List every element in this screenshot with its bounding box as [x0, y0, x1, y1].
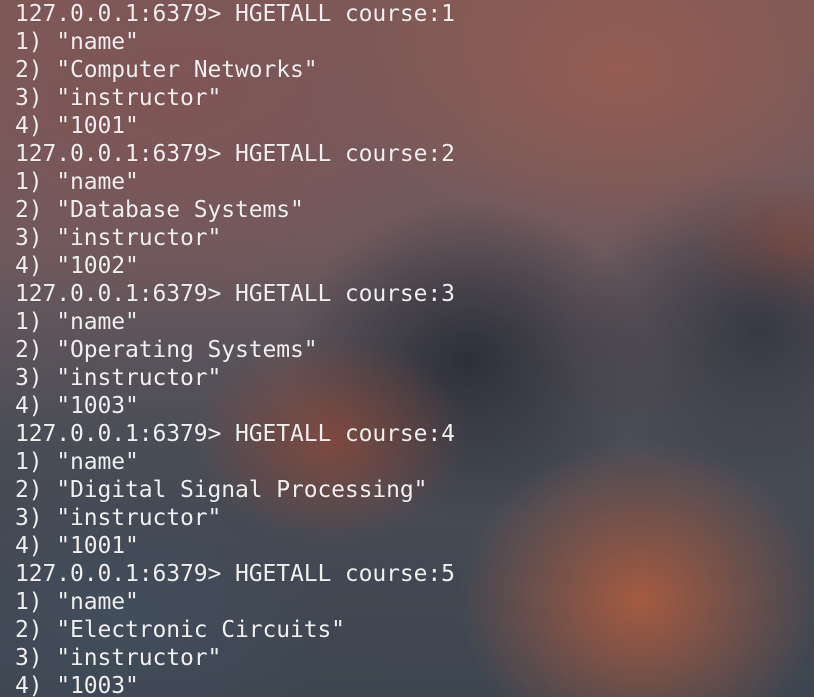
output-line: 4) "1001" [15, 113, 139, 139]
output-line: 2) "Digital Signal Processing" [15, 477, 428, 503]
output-line: 2) "Computer Networks" [15, 57, 318, 83]
output-line: 2) "Electronic Circuits" [15, 617, 345, 643]
output-line: 1) "name" [15, 309, 139, 335]
output-line: 3) "instructor" [15, 85, 222, 111]
output-line: 2) "Operating Systems" [15, 337, 318, 363]
output-line: 2) "Database Systems" [15, 197, 304, 223]
prompt-line: 127.0.0.1:6379> HGETALL course:4 [15, 421, 455, 447]
output-line: 3) "instructor" [15, 645, 222, 671]
prompt-line: 127.0.0.1:6379> HGETALL course:3 [15, 281, 455, 307]
prompt-line: 127.0.0.1:6379> HGETALL course:1 [15, 1, 455, 27]
output-line: 4) "1003" [15, 673, 139, 697]
output-line: 4) "1002" [15, 253, 139, 279]
output-line: 4) "1003" [15, 393, 139, 419]
output-line: 3) "instructor" [15, 365, 222, 391]
prompt-line: 127.0.0.1:6379> HGETALL course:2 [15, 141, 455, 167]
output-line: 1) "name" [15, 449, 139, 475]
output-line: 4) "1001" [15, 533, 139, 559]
prompt-line: 127.0.0.1:6379> HGETALL course:5 [15, 561, 455, 587]
output-line: 3) "instructor" [15, 225, 222, 251]
output-line: 3) "instructor" [15, 505, 222, 531]
output-line: 1) "name" [15, 589, 139, 615]
output-line: 1) "name" [15, 29, 139, 55]
output-line: 1) "name" [15, 169, 139, 195]
terminal-output[interactable]: 127.0.0.1:6379> HGETALL course:1 1) "nam… [15, 0, 805, 697]
